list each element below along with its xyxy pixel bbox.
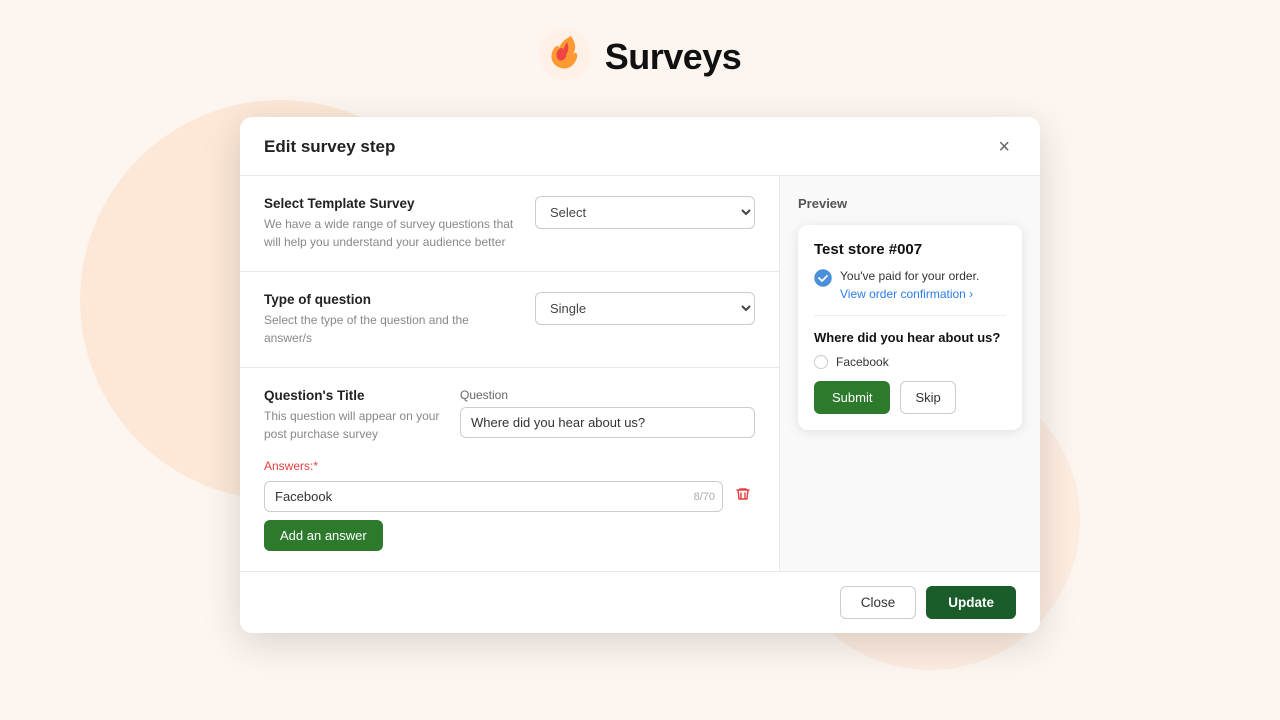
preview-card: Test store #007 You've paid for your ord… bbox=[798, 225, 1022, 430]
modal-title: Edit survey step bbox=[264, 137, 395, 157]
preview-actions: Submit Skip bbox=[814, 381, 1006, 414]
question-title-label-group: Question's Title This question will appe… bbox=[264, 388, 444, 443]
delete-answer-button[interactable] bbox=[731, 482, 755, 511]
answer-row: 8/70 bbox=[264, 481, 755, 512]
template-select-group: Select Template 1 Template 2 bbox=[535, 196, 755, 229]
question-input-group: Question bbox=[460, 388, 755, 438]
question-type-label: Type of question bbox=[264, 292, 519, 307]
footer-close-button[interactable]: Close bbox=[840, 586, 917, 619]
add-answer-button[interactable]: Add an answer bbox=[264, 520, 383, 551]
template-label: Select Template Survey bbox=[264, 196, 519, 211]
template-label-group: Select Template Survey We have a wide ra… bbox=[264, 196, 519, 251]
footer-update-button[interactable]: Update bbox=[926, 586, 1016, 619]
answer-count: 8/70 bbox=[694, 491, 715, 503]
modal-header: Edit survey step × bbox=[240, 117, 1040, 176]
question-title-section: Question's Title This question will appe… bbox=[240, 368, 779, 571]
edit-survey-modal: Edit survey step × Select Template Surve… bbox=[240, 117, 1040, 633]
answers-section: Answers:* 8/70 bbox=[264, 459, 755, 551]
preview-option-row: Facebook bbox=[814, 355, 1006, 369]
preview-label: Preview bbox=[798, 196, 1022, 211]
modal-close-button[interactable]: × bbox=[992, 135, 1016, 159]
preview-order-link[interactable]: View order confirmation › bbox=[840, 287, 973, 301]
preview-panel: Preview Test store #007 You've paid for … bbox=[780, 176, 1040, 571]
question-type-description: Select the type of the question and the … bbox=[264, 311, 519, 347]
question-input-label: Question bbox=[460, 388, 755, 402]
preview-skip-button[interactable]: Skip bbox=[900, 381, 955, 414]
preview-survey-question: Where did you hear about us? bbox=[814, 330, 1006, 345]
template-survey-section: Select Template Survey We have a wide ra… bbox=[240, 176, 779, 272]
template-description: We have a wide range of survey questions… bbox=[264, 215, 519, 251]
question-type-section: Type of question Select the type of the … bbox=[240, 272, 779, 368]
answers-label: Answers:* bbox=[264, 459, 755, 473]
preview-submit-button[interactable]: Submit bbox=[814, 381, 890, 414]
preview-store-name: Test store #007 bbox=[814, 241, 1006, 258]
modal-body: Select Template Survey We have a wide ra… bbox=[240, 176, 1040, 571]
question-type-label-group: Type of question Select the type of the … bbox=[264, 292, 519, 347]
answer-input[interactable] bbox=[264, 481, 723, 512]
answer-input-wrapper: 8/70 bbox=[264, 481, 723, 512]
question-text-input[interactable] bbox=[460, 407, 755, 438]
modal-footer: Close Update bbox=[240, 571, 1040, 633]
question-type-select[interactable]: Single Multiple Text bbox=[535, 292, 755, 325]
preview-radio-button[interactable] bbox=[814, 355, 828, 369]
question-title-label: Question's Title bbox=[264, 388, 444, 403]
template-select[interactable]: Select Template 1 Template 2 bbox=[535, 196, 755, 229]
preview-order-info: You've paid for your order. View order c… bbox=[840, 268, 979, 303]
modal-overlay: Edit survey step × Select Template Surve… bbox=[0, 0, 1280, 720]
question-header-row: Question's Title This question will appe… bbox=[264, 388, 755, 443]
form-panel: Select Template Survey We have a wide ra… bbox=[240, 176, 780, 571]
question-title-description: This question will appear on your post p… bbox=[264, 407, 444, 443]
preview-order-paid-text: You've paid for your order. bbox=[840, 268, 979, 285]
check-circle-icon bbox=[814, 269, 832, 287]
preview-order-status: You've paid for your order. View order c… bbox=[814, 268, 1006, 316]
preview-option-label: Facebook bbox=[836, 355, 889, 369]
question-type-select-group: Single Multiple Text bbox=[535, 292, 755, 325]
